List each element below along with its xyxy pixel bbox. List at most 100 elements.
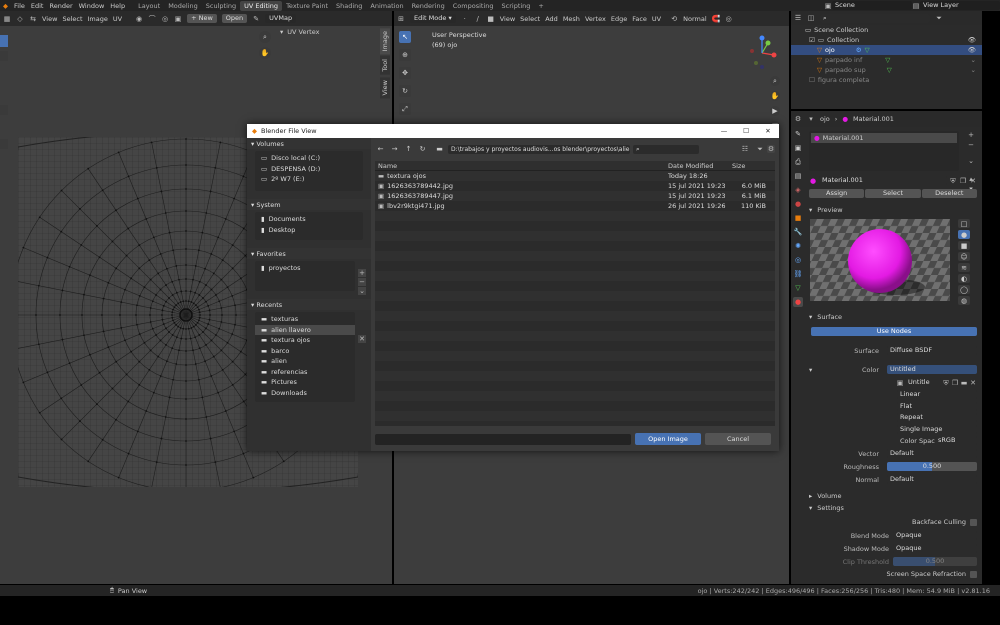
render-tab-icon[interactable]: ▣ — [793, 143, 803, 153]
new-image-button[interactable]: + New — [187, 14, 217, 23]
scene-collection-row[interactable]: ▭ Scene Collection — [791, 25, 982, 35]
search-input[interactable]: ⌕ — [633, 144, 699, 154]
sync-icon[interactable]: ⇆ — [29, 15, 37, 23]
side-tab-image[interactable]: Image — [380, 28, 390, 55]
tab-uv-editing[interactable]: UV Editing — [240, 0, 283, 11]
cursor-icon[interactable]: ⊕ — [399, 49, 411, 61]
cancel-button[interactable]: Cancel — [705, 433, 771, 445]
preview-shaderball-icon[interactable]: ◐ — [958, 274, 970, 283]
object-tab-icon[interactable]: ■ — [793, 213, 803, 223]
filter-icon[interactable]: ⏷ — [935, 14, 943, 22]
volume-section-header[interactable]: ▸ Volume — [809, 490, 841, 502]
open-image-button[interactable]: Open Image — [635, 433, 701, 445]
use-nodes-button[interactable]: Use Nodes — [811, 327, 977, 336]
tab-layout[interactable]: Layout — [134, 1, 164, 11]
uv-menu-uv[interactable]: UV — [113, 15, 122, 23]
folder-icon[interactable]: ▬ — [960, 379, 968, 387]
shadow-mode-dropdown[interactable]: Opaque — [893, 544, 977, 553]
checkbox-icon[interactable]: ☑ — [809, 36, 815, 44]
uv-select-mode-icon[interactable]: ◇ — [16, 15, 24, 23]
scale-icon[interactable]: ⤢ — [399, 103, 411, 115]
ssr-row[interactable]: Screen Space Refraction — [809, 570, 977, 578]
open-image-button[interactable]: Open — [221, 14, 248, 23]
view-layer-field[interactable]: View Layer — [920, 1, 1000, 10]
outliner-search-input[interactable]: ⌕ — [820, 13, 930, 23]
vp-menu-add[interactable]: Add — [545, 15, 558, 23]
hidden-icon[interactable]: ⌄ — [971, 56, 976, 64]
proportional-icon[interactable]: ◎ — [725, 15, 733, 23]
chevron-down-icon[interactable]: ⌄ — [358, 287, 366, 295]
navigation-gizmo-icon[interactable] — [744, 35, 780, 71]
chevron-down-icon[interactable]: ⌄ — [967, 157, 975, 165]
roughness-slider[interactable]: 0.500 — [887, 462, 977, 471]
column-date[interactable]: Date Modified — [668, 162, 732, 170]
vp-menu-edge[interactable]: Edge — [611, 15, 627, 23]
column-size[interactable]: Size — [732, 162, 772, 170]
surface-shader-field[interactable]: Diffuse BSDF — [887, 346, 977, 355]
chevron-down-icon[interactable]: ▾ — [809, 366, 819, 374]
vp-menu-select[interactable]: Select — [520, 15, 540, 23]
new-folder-icon[interactable]: ▬ — [434, 143, 445, 155]
recent-item[interactable]: ▬ textura ojos — [255, 335, 355, 346]
pin-icon[interactable]: ▾ — [807, 115, 815, 123]
eye-icon[interactable]: 👁 — [968, 46, 976, 54]
camera-icon[interactable]: ▶ — [770, 106, 780, 116]
outliner-item-ojo[interactable]: ▽ ojo ⚙ ▽ 👁 — [791, 45, 982, 55]
display-mode-icon[interactable]: ◫ — [807, 14, 815, 22]
file-row[interactable]: ▣ lbv2r9ktgi471.jpg 26 jul 2021 19:26 110 K… — [375, 201, 775, 211]
blend-mode-dropdown[interactable]: Opaque — [893, 531, 977, 540]
preview-section-header[interactable]: ▾ Preview — [809, 204, 843, 216]
filter-icon[interactable]: ⏷ — [756, 145, 764, 153]
assign-button[interactable]: Assign — [809, 189, 865, 198]
colorspace-dropdown[interactable]: sRGB — [935, 436, 977, 445]
checkbox-icon[interactable]: ☐ — [809, 76, 815, 84]
modifier-tab-icon[interactable]: 🔧 — [793, 227, 803, 237]
menu-edit[interactable]: Edit — [28, 2, 47, 10]
vp-menu-face[interactable]: Face — [632, 15, 647, 23]
checkbox-icon[interactable] — [970, 518, 977, 526]
remove-bookmark-icon[interactable]: − — [358, 278, 366, 286]
zoom-icon[interactable]: ⌕ — [259, 31, 271, 43]
tab-shading[interactable]: Shading — [332, 1, 366, 11]
outliner-item-parpado-inf[interactable]: ▽ parpado inf ▽ ⌄ — [791, 55, 982, 65]
surface-section-header[interactable]: ▾ Surface — [809, 311, 842, 323]
vector-field[interactable]: Default — [887, 449, 977, 458]
preview-hair-icon[interactable]: ≋ — [958, 263, 970, 272]
menu-file[interactable]: File — [11, 2, 28, 10]
tab-sculpting[interactable]: Sculpting — [202, 1, 240, 11]
clip-threshold-slider[interactable]: 0.500 — [893, 557, 977, 566]
constraints-tab-icon[interactable]: ⛓ — [793, 269, 803, 279]
world-tab-icon[interactable]: ● — [793, 199, 803, 209]
physics-tab-icon[interactable]: ◎ — [793, 255, 803, 265]
deselect-button[interactable]: Deselect — [921, 189, 977, 198]
proportional-icon[interactable]: ◎ — [161, 15, 169, 23]
output-tab-icon[interactable]: ⎙ — [793, 157, 803, 167]
select-button[interactable]: Select — [865, 189, 921, 198]
file-row[interactable]: ▬ textura ojos Today 18:26 — [375, 171, 775, 181]
uv-menu-view[interactable]: View — [42, 15, 57, 23]
recent-item[interactable]: ▬ texturas — [255, 314, 355, 325]
editor-type-icon[interactable]: ☰ — [794, 14, 802, 22]
parent-dir-icon[interactable]: ↑ — [403, 143, 414, 155]
preview-monkey-icon[interactable]: ☺ — [958, 252, 970, 261]
minimize-icon[interactable]: — — [713, 127, 735, 135]
copy-icon[interactable]: ❐ — [959, 177, 967, 185]
forward-arrow-icon[interactable]: → — [389, 143, 400, 155]
tool-icon[interactable] — [0, 51, 8, 61]
material-browse-icon[interactable]: ● — [809, 177, 817, 185]
select-box-icon[interactable]: ↖ — [399, 31, 411, 43]
edge-mode-icon[interactable]: / — [474, 15, 482, 23]
image-browse-icon[interactable]: ▣ — [896, 379, 904, 387]
volume-item[interactable]: ▭ DESPENSA (D:) — [255, 164, 363, 175]
outliner-item-figura-completa[interactable]: ☐ figura completa — [791, 75, 982, 85]
recent-item[interactable]: ▬ alien — [255, 356, 355, 367]
pin-icon[interactable]: ✎ — [252, 15, 260, 23]
source-dropdown[interactable]: Single Image — [897, 424, 977, 434]
menu-render[interactable]: Render — [46, 2, 75, 10]
recent-item[interactable]: ▬ referencias — [255, 367, 355, 378]
scene-name-field[interactable]: Scene — [832, 1, 912, 10]
preview-world-icon[interactable]: ◍ — [958, 296, 970, 305]
column-name[interactable]: Name — [375, 162, 668, 170]
display-mode-icon[interactable]: ☷ — [741, 145, 749, 153]
recent-item[interactable]: ▬ barco — [255, 346, 355, 357]
